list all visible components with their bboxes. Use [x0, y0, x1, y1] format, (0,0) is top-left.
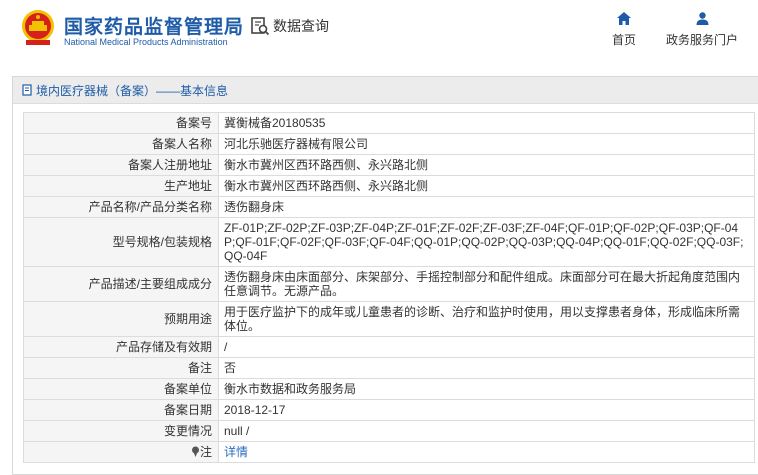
brand-subtitle: National Medical Products Administration — [64, 37, 228, 47]
table-row: 备案人名称 河北乐驰医疗器械有限公司 — [23, 133, 755, 155]
row-key: 产品名称/产品分类名称 — [23, 196, 219, 218]
row-key: 备案号 — [23, 112, 219, 134]
detail-link[interactable]: 详情 — [224, 445, 248, 459]
nav-home-label: 首页 — [612, 33, 637, 47]
row-key: 备案人名称 — [23, 133, 219, 155]
row-value: 冀衡械备20180535 — [218, 112, 755, 134]
row-value: 衡水市冀州区西环路西侧、永兴路北侧 — [218, 154, 755, 176]
table-row: 备案人注册地址 衡水市冀州区西环路西侧、永兴路北侧 — [23, 154, 755, 176]
user-icon — [696, 12, 708, 25]
home-icon — [617, 12, 631, 25]
pin-icon — [191, 446, 199, 457]
row-key: 备注 — [23, 357, 219, 379]
nav-home[interactable]: 首页 — [612, 12, 636, 48]
data-query-link[interactable]: 数据查询 — [250, 16, 329, 36]
row-key: 生产地址 — [23, 175, 219, 197]
table-row: 备注否 — [23, 357, 755, 379]
table-row: 型号规格/包装规格 ZF-01P;ZF-02P;ZF-03P;ZF-04P;ZF-… — [23, 217, 755, 267]
table-row: 生产地址 衡水市冀州区西环路西侧、永兴路北侧 — [23, 175, 755, 197]
row-key: 产品描述/主要组成成分 — [23, 266, 219, 302]
row-key: 预期用途 — [23, 301, 219, 337]
row-value: 否 — [218, 357, 755, 379]
info-table: 备案号 冀衡械备20180535 备案人名称 河北乐驰医疗器械有限公司 备案人注册地址衡… — [23, 112, 755, 463]
table-row: 备案日期 2018-12-17 — [23, 399, 755, 421]
search-document-icon — [251, 17, 270, 36]
data-query-label: 数据查询 — [273, 18, 329, 34]
row-value: / — [218, 336, 755, 358]
table-row: 产品描述/主要组成成分 透伤翻身床由床面部分、床架部分、手摇控制部分和配件组成。床… — [23, 266, 755, 302]
table-row: 备案单位 衡水市数据和政务服务局 — [23, 378, 755, 400]
row-key: 备案日期 — [23, 399, 219, 421]
breadcrumb-text: 境内医疗器械（备案）——基本信息 — [36, 83, 229, 98]
site-header: 国家药品监督管理局 National Medical Products Admi… — [0, 0, 758, 66]
row-key: 型号规格/包装规格 — [23, 217, 219, 267]
row-key: 注 — [23, 441, 219, 463]
row-value: null / — [218, 420, 755, 442]
table-row: 产品名称/产品分类名称 透伤翻身床 — [23, 196, 755, 218]
row-value: 详情 — [218, 441, 755, 463]
row-value: 用于医疗监护下的成年或儿童患者的诊断、治疗和监护时使用，用以支撑患者身体，形成临… — [218, 301, 755, 337]
row-value: 河北乐驰医疗器械有限公司 — [218, 133, 755, 155]
row-key: 变更情况 — [23, 420, 219, 442]
breadcrumb: 境内医疗器械（备案）——基本信息 — [13, 77, 758, 104]
row-value: 透伤翻身床由床面部分、床架部分、手摇控制部分和配件组成。床面部分可在最大折起角度… — [218, 266, 755, 302]
table-row: 变更情况 null / — [23, 420, 755, 442]
row-value: ZF-01P;ZF-02P;ZF-03P;ZF-04P;ZF-01F;ZF-02… — [218, 217, 755, 267]
document-icon — [22, 84, 32, 96]
record-panel: 境内医疗器械（备案）——基本信息 备案号 冀衡械备20180535 备案人名称 河北乐… — [12, 76, 758, 475]
row-value: 衡水市数据和政务服务局 — [218, 378, 755, 400]
nav-portal-label: 政务服务门户 — [666, 33, 739, 47]
row-value: 透伤翻身床 — [218, 196, 755, 218]
table-row: 预期用途 用于医疗监护下的成年或儿童患者的诊断、治疗和监护时使用，用以支撑患者身体… — [23, 301, 755, 337]
row-key: 备案人注册地址 — [23, 154, 219, 176]
note-label: 注 — [199, 445, 212, 459]
brand-title: 国家药品监督管理局 — [64, 17, 245, 38]
row-key: 备案单位 — [23, 378, 219, 400]
table-row: 产品存储及有效期 / — [23, 336, 755, 358]
table-row: 注 详情 — [23, 441, 755, 463]
row-key: 产品存储及有效期 — [23, 336, 219, 358]
row-value: 衡水市冀州区西环路西侧、永兴路北侧 — [218, 175, 755, 197]
nav-service-portal[interactable]: 政务服务门户 — [666, 12, 738, 48]
national-emblem-icon — [22, 10, 54, 45]
table-row: 备案号 冀衡械备20180535 — [23, 112, 755, 134]
row-value: 2018-12-17 — [218, 399, 755, 421]
